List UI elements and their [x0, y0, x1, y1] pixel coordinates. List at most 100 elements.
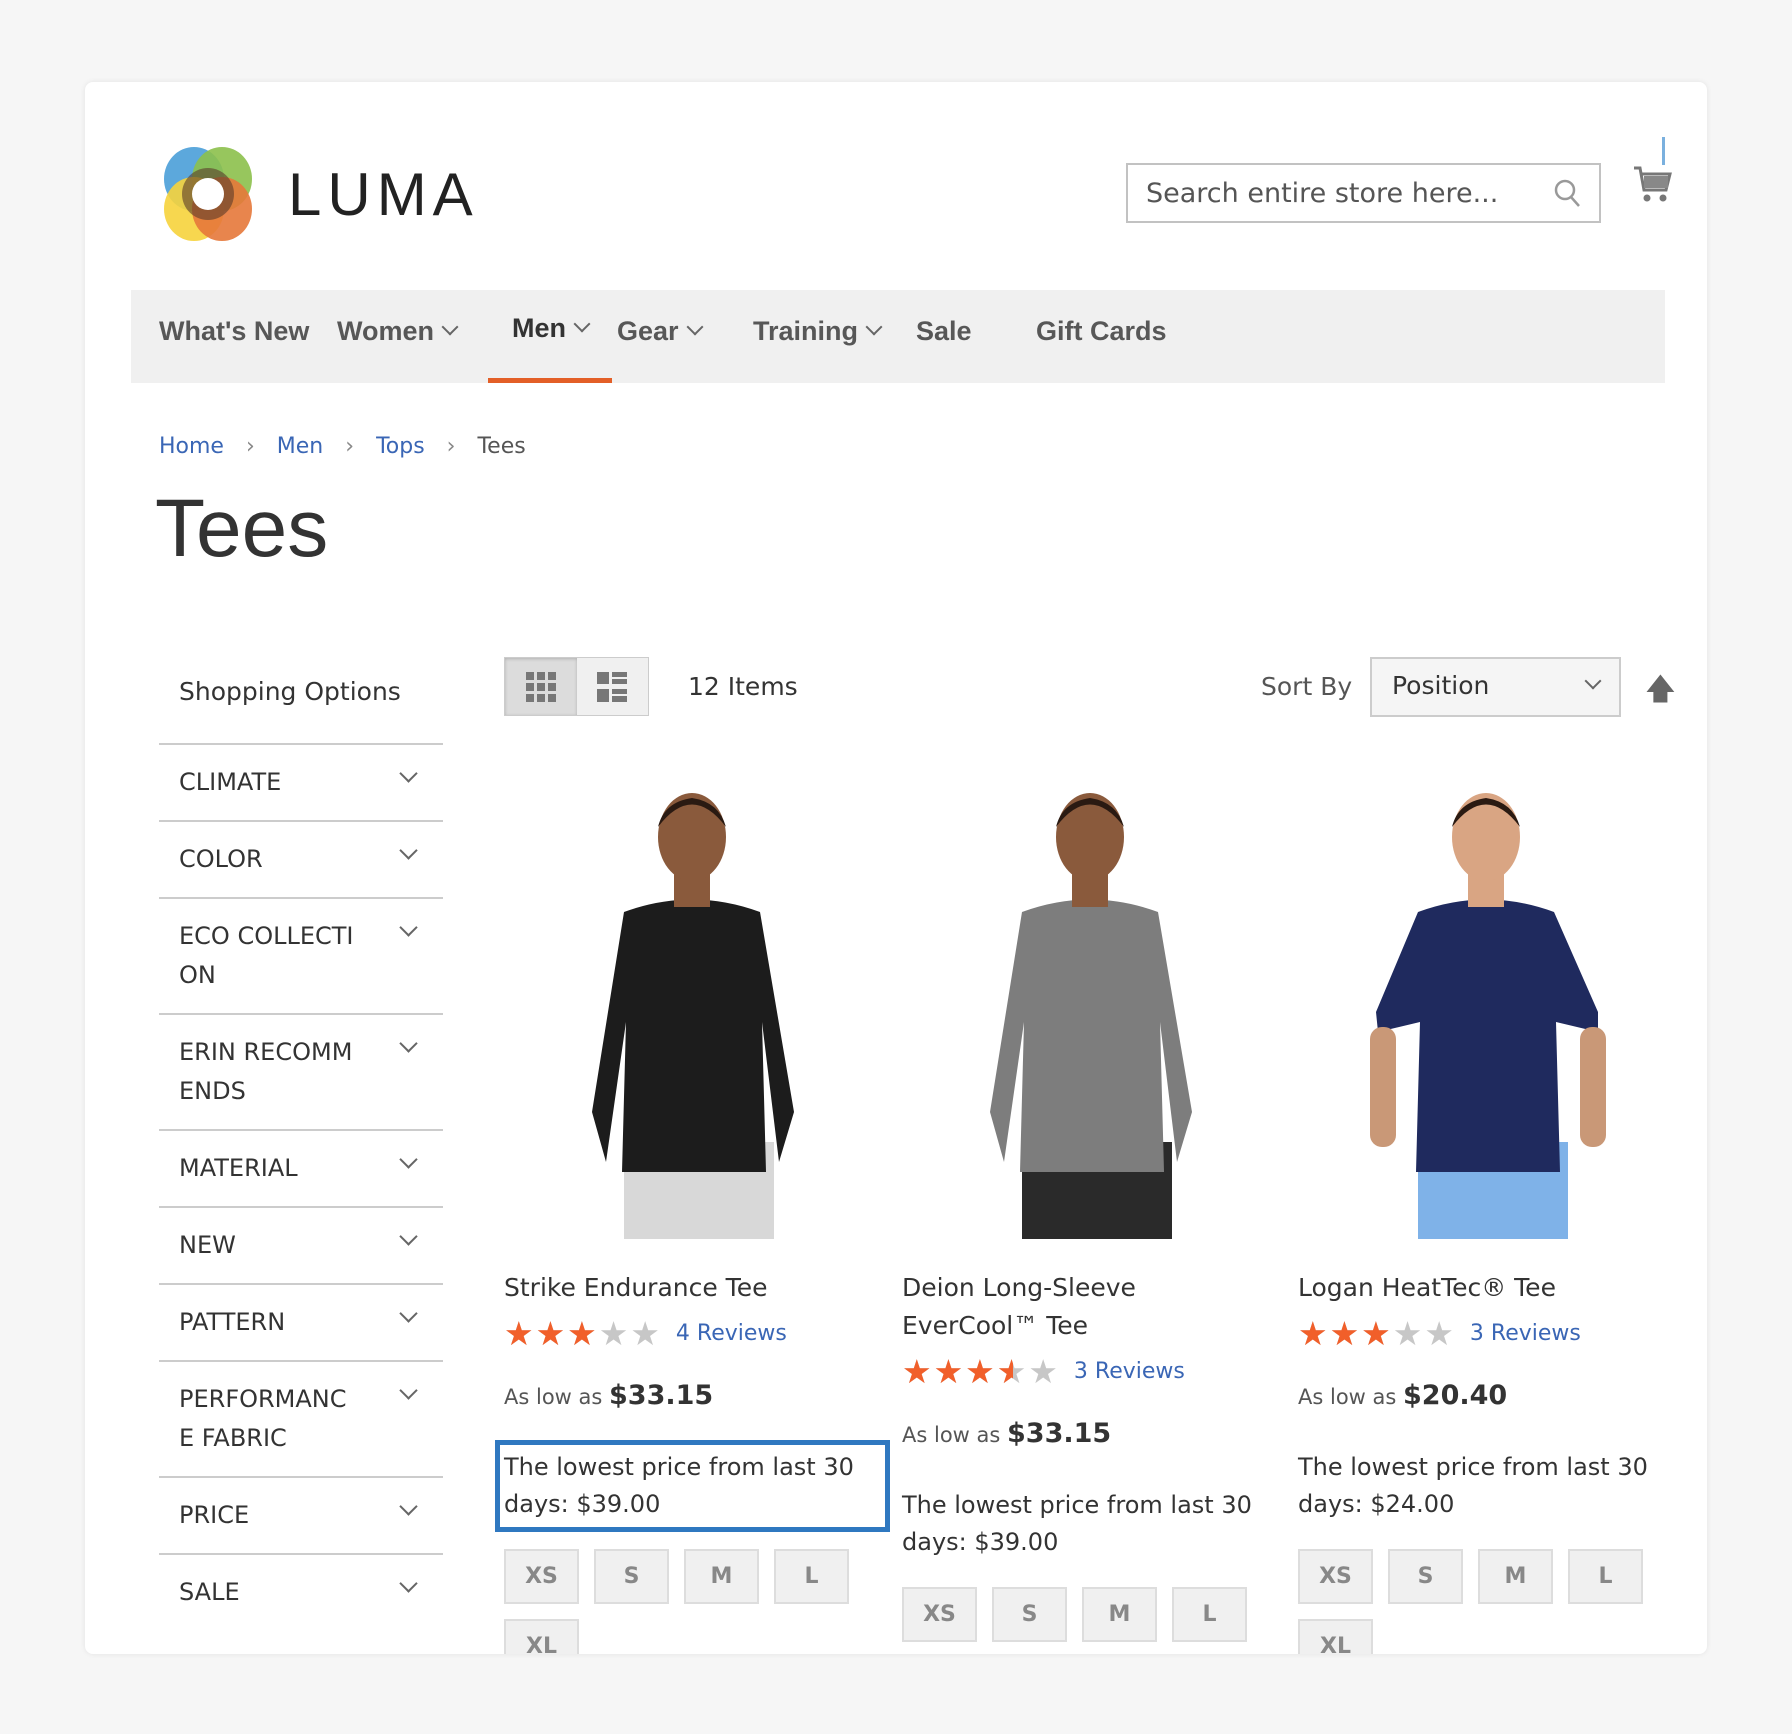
list-view-button[interactable] — [576, 658, 648, 715]
filter-label: ERIN RECOMM ENDS — [179, 1038, 353, 1105]
product-rating: ★★★★★★★★★★ 3 Reviews — [1298, 1317, 1675, 1350]
nav-item-women[interactable]: Women — [337, 290, 459, 383]
rating-stars-fill: ★★★★★ — [504, 1317, 599, 1350]
nav-label: Sale — [916, 315, 972, 346]
grid-icon — [525, 671, 556, 702]
nav-label: Men — [512, 313, 566, 343]
product-card: Strike Endurance Tee ★★★★★★★★★★ 4 Review… — [495, 782, 890, 1654]
reviews-link[interactable]: 3 Reviews — [1074, 1359, 1185, 1384]
nav-item-gear[interactable]: Gear — [617, 290, 704, 383]
breadcrumb-separator: › — [245, 434, 255, 459]
product-card: Deion Long-Sleeve EverCool™ Tee ★★★★★ ★★★… — [902, 782, 1279, 1642]
size-swatch-xs[interactable]: XS — [902, 1587, 977, 1642]
reviews-link[interactable]: 4 Reviews — [676, 1321, 787, 1346]
filter-erin-recomm-ends[interactable]: ERIN RECOMM ENDS — [159, 1013, 443, 1129]
size-swatch-s[interactable]: S — [1388, 1549, 1463, 1604]
rating-stars-fill: ★★★★★ — [902, 1355, 1013, 1388]
nav-item-sale[interactable]: Sale — [916, 290, 972, 383]
product-image[interactable] — [1298, 782, 1675, 1239]
product-image[interactable] — [504, 782, 881, 1239]
logo-text[interactable]: LUMA — [288, 160, 479, 229]
nav-label: Women — [337, 315, 435, 346]
filter-label: NEW — [179, 1231, 236, 1259]
filter-sale[interactable]: SALE — [159, 1553, 443, 1630]
luma-logo-icon[interactable] — [160, 145, 256, 243]
size-swatch-m[interactable]: M — [1478, 1549, 1553, 1604]
price-value: $33.15 — [609, 1380, 714, 1411]
page-title: Tees — [155, 483, 329, 574]
product-rating: ★★★★★★★★★★ 3 Reviews — [902, 1355, 1279, 1388]
chevron-down-icon — [399, 1574, 418, 1593]
size-swatch-xl[interactable]: XL — [1298, 1619, 1373, 1654]
search-input[interactable]: Search entire store here... — [1126, 163, 1601, 223]
lowest-price-30-days: The lowest price from last 30 days: $39.… — [902, 1491, 1252, 1556]
sort-select[interactable]: Position — [1370, 657, 1621, 717]
rating-stars-fill: ★★★★★ — [1298, 1317, 1393, 1350]
nav-label: Gift Cards — [1036, 315, 1167, 346]
product-image[interactable] — [902, 782, 1279, 1239]
page-card: LUMA Search entire store here... What's … — [85, 82, 1707, 1654]
chevron-down-icon — [399, 1150, 418, 1169]
search-icon[interactable] — [1553, 178, 1581, 208]
breadcrumb-home[interactable]: Home — [159, 434, 224, 459]
chevron-down-icon — [686, 318, 704, 335]
shopping-cart-icon[interactable] — [1632, 164, 1672, 206]
nav-item-training[interactable]: Training — [753, 290, 883, 383]
filter-label: ECO COLLECTI ON — [179, 922, 354, 989]
chevron-down-icon — [573, 315, 591, 333]
chevron-down-icon — [865, 318, 883, 335]
nav-item-what-s-new[interactable]: What's New — [159, 290, 309, 383]
size-swatch-s[interactable]: S — [594, 1549, 669, 1604]
price-prefix: As low as — [504, 1385, 603, 1409]
rating-stars: ★★★★★★★★★★ — [902, 1352, 1060, 1391]
filter-new[interactable]: NEW — [159, 1206, 443, 1283]
size-swatch-m[interactable]: M — [684, 1549, 759, 1604]
filter-price[interactable]: PRICE — [159, 1476, 443, 1553]
nav-label: Training — [753, 315, 859, 346]
filter-color[interactable]: COLOR — [159, 820, 443, 897]
chevron-down-icon — [399, 1497, 418, 1516]
main-nav: What's New Women Men Gear Training Sale Gift C… — [131, 290, 1665, 383]
search-placeholder: Search entire store here... — [1146, 177, 1499, 209]
breadcrumb-men[interactable]: Men — [277, 434, 323, 459]
filter-climate[interactable]: CLIMATE — [159, 743, 443, 820]
reviews-link[interactable]: 3 Reviews — [1470, 1321, 1581, 1346]
product-name[interactable]: Deion Long-Sleeve EverCool™ Tee — [902, 1269, 1279, 1345]
size-swatch-xs[interactable]: XS — [504, 1549, 579, 1604]
filter-label: COLOR — [179, 845, 263, 873]
size-swatches: XS S M L XL — [1298, 1549, 1675, 1654]
grid-view-button[interactable] — [505, 658, 577, 715]
size-swatch-l[interactable]: L — [1568, 1549, 1643, 1604]
size-swatch-s[interactable]: S — [992, 1587, 1067, 1642]
filter-sidebar: Shopping Options CLIMATE COLOR ECO COLLECT… — [159, 657, 443, 1630]
nav-item-gift-cards[interactable]: Gift Cards — [1036, 290, 1167, 383]
size-swatch-xs[interactable]: XS — [1298, 1549, 1373, 1604]
nav-item-men[interactable]: Men — [488, 290, 612, 383]
size-swatch-l[interactable]: L — [774, 1549, 849, 1604]
filter-pattern[interactable]: PATTERN — [159, 1283, 443, 1360]
product-rating: ★★★★★★★★★★ 4 Reviews — [504, 1317, 881, 1350]
filter-material[interactable]: MATERIAL — [159, 1129, 443, 1206]
product-price: As low as $33.15 — [504, 1380, 881, 1411]
nav-label: Gear — [617, 315, 679, 346]
items-count: 12 Items — [688, 672, 798, 701]
breadcrumb-tops[interactable]: Tops — [376, 434, 425, 459]
size-swatch-xl[interactable]: XL — [504, 1619, 579, 1654]
product-name[interactable]: Logan HeatTec® Tee — [1298, 1269, 1675, 1307]
filter-label: PRICE — [179, 1501, 250, 1529]
product-price: As low as $33.15 — [902, 1418, 1279, 1449]
filter-performanc-e-fabric[interactable]: PERFORMANC E FABRIC — [159, 1360, 443, 1476]
divider — [1662, 137, 1665, 165]
product-name[interactable]: Strike Endurance Tee — [504, 1269, 881, 1307]
chevron-down-icon — [399, 1304, 418, 1323]
chevron-down-icon — [399, 764, 418, 783]
price-prefix: As low as — [902, 1423, 1001, 1447]
size-swatch-l[interactable]: L — [1172, 1587, 1247, 1642]
filter-eco-collecti-on[interactable]: ECO COLLECTI ON — [159, 897, 443, 1013]
lowest-price-30-days: The lowest price from last 30 days: $39.… — [495, 1440, 890, 1532]
price-prefix: As low as — [1298, 1385, 1397, 1409]
sort-direction-arrow-up-icon[interactable]: 🡅 — [1645, 667, 1676, 718]
size-swatch-m[interactable]: M — [1082, 1587, 1157, 1642]
breadcrumb: Home › Men › Tops › Tees — [159, 434, 526, 459]
product-price: As low as $20.40 — [1298, 1380, 1675, 1411]
